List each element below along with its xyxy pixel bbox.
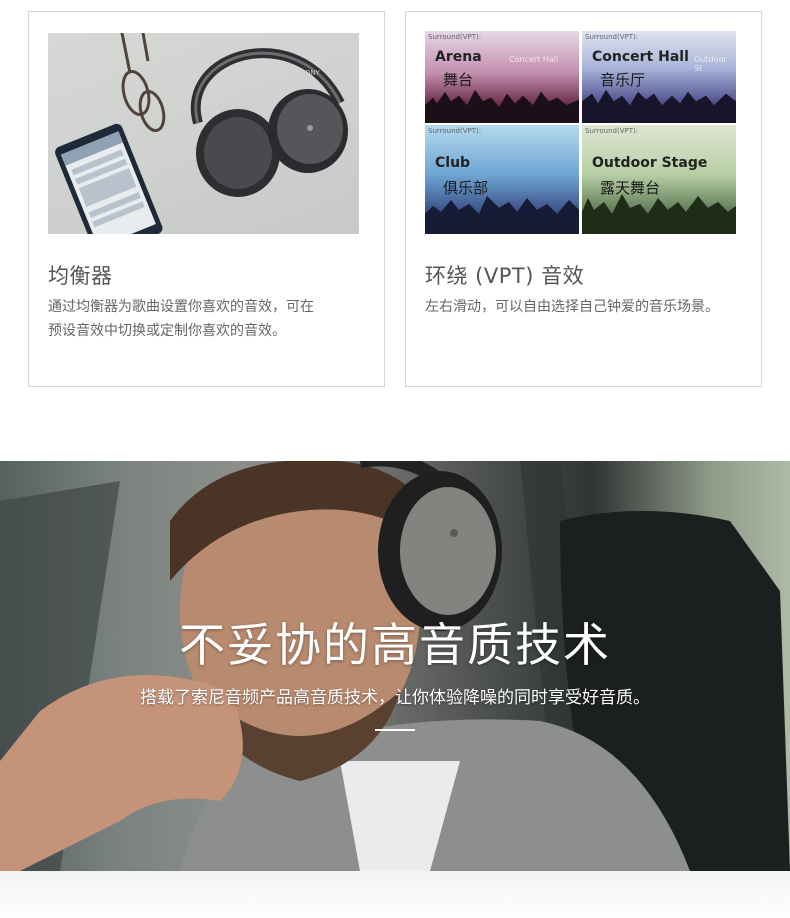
tile-chinese-label: 露天舞台	[600, 179, 661, 197]
hero-banner: 不妥协的高音质技术 搭载了索尼音频产品高音质技术，让你体验降噪的同时享受好音质。	[0, 461, 790, 871]
equalizer-product-photo: SONY	[48, 33, 359, 234]
tile-chinese-label: 舞台	[443, 71, 474, 89]
tile-english-label: Arena	[435, 49, 482, 65]
equalizer-description: 通过均衡器为歌曲设置你喜欢的音效，可在 预设音效中切换或定制你喜欢的音效。	[48, 295, 363, 343]
banner-divider	[375, 729, 415, 731]
tile-chinese-label: 音乐厅	[600, 71, 646, 89]
equalizer-description-line: 通过均衡器为歌曲设置你喜欢的音效，可在	[48, 299, 314, 315]
banner-headline: 不妥协的高音质技术	[179, 618, 611, 672]
vpt-tile-club: Surround(VPT): Club 俱乐部	[425, 125, 579, 234]
tile-english-label: Club	[435, 155, 471, 171]
tile-surround-label: Surround(VPT):	[585, 33, 639, 41]
vpt-title: 环绕 (VPT) 音效	[425, 264, 585, 288]
tile-english-label: Concert Hall	[592, 49, 689, 65]
vpt-tile-outdoor-stage: Surround(VPT): Outdoor Stage 露天舞台	[582, 125, 736, 234]
banner-subline: 搭载了索尼音频产品高音质技术，让你体验降噪的同时享受好音质。	[140, 688, 650, 708]
tile-surround-label: Surround(VPT):	[428, 33, 482, 41]
equalizer-card: SONY 均衡器 通过均衡器为歌曲设置你喜欢的音效，可在 预设音效中切换或定制你…	[28, 11, 385, 387]
equalizer-title: 均衡器	[48, 264, 113, 288]
tile-surround-label: Surround(VPT):	[585, 127, 639, 135]
bottom-fade	[0, 871, 790, 918]
crowd-silhouette-icon	[425, 90, 579, 123]
tile-surround-label: Surround(VPT):	[428, 127, 482, 135]
brand-text: SONY	[300, 69, 320, 77]
vpt-tile-arena: Surround(VPT): Concert Hall Arena 舞台	[425, 31, 579, 123]
vpt-scene-grid: Surround(VPT): Concert Hall Arena 舞台 Sur…	[425, 31, 737, 234]
tile-chinese-label: 俱乐部	[443, 179, 489, 197]
tile-english-label: Outdoor Stage	[592, 155, 708, 171]
equalizer-description-line: 预设音效中切换或定制你喜欢的音效。	[48, 323, 286, 339]
crowd-silhouette-icon	[582, 90, 736, 123]
vpt-tile-concert-hall: Surround(VPT): Outdoor St Concert Hall 音…	[582, 31, 736, 123]
headphones-phone-illustration: SONY	[55, 33, 348, 234]
vpt-card: Surround(VPT): Concert Hall Arena 舞台 Sur…	[405, 11, 762, 387]
tile-ghost-label: Concert Hall	[509, 55, 559, 64]
vpt-description: 左右滑动，可以自由选择自己钟爱的音乐场景。	[425, 299, 719, 315]
tile-ghost-label: Outdoor St	[694, 55, 727, 73]
